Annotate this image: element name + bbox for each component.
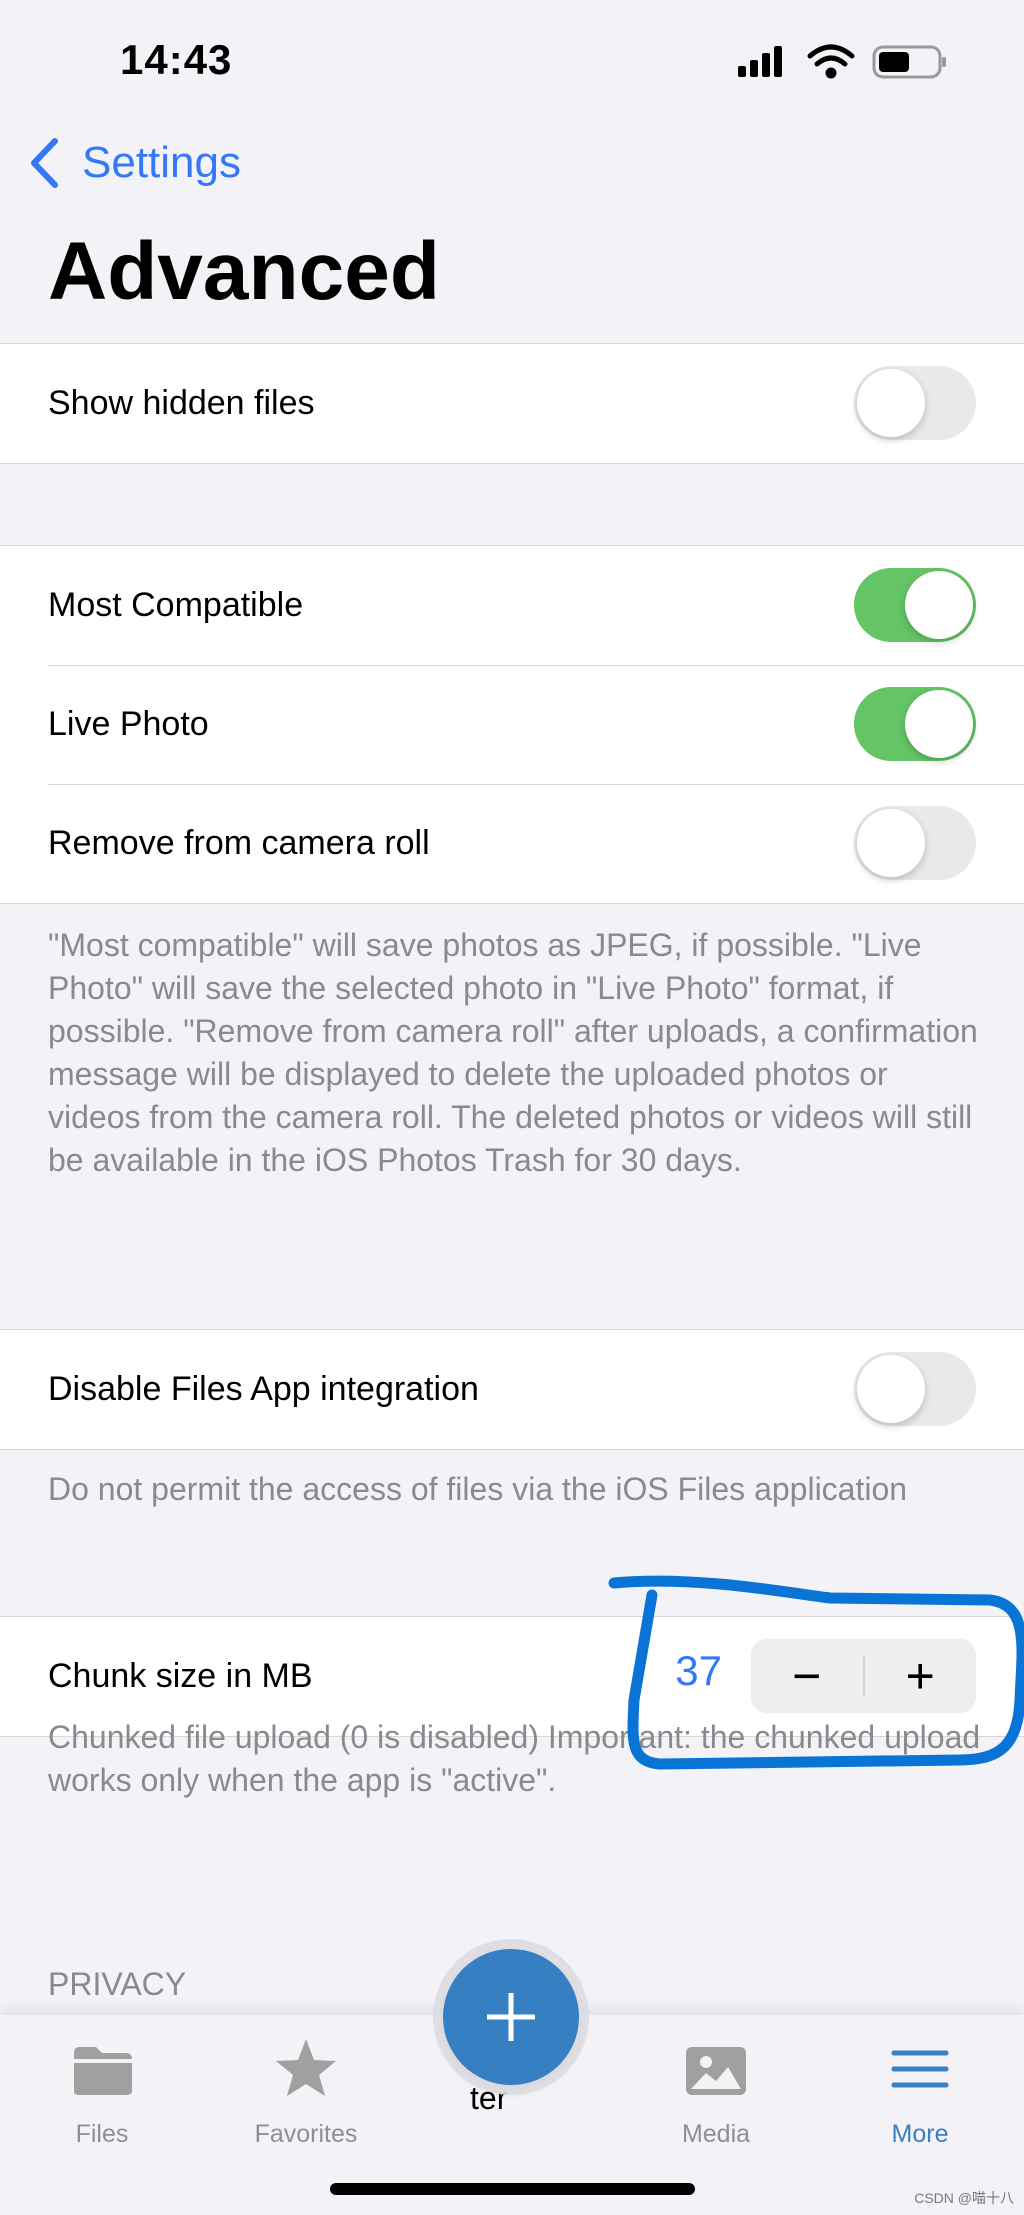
tab-media[interactable]: Media [636,2045,796,2149]
menu-icon [891,2050,949,2088]
tab-favorites[interactable]: Favorites [226,2037,386,2149]
add-button[interactable] [443,1949,579,2085]
watermark: CSDN @喵十八 [914,2190,1014,2206]
photo-icon [686,2047,746,2095]
folder-icon [74,2047,132,2095]
center-tab-label: ter [470,2080,508,2116]
plus-icon [487,1993,535,2041]
annotation-circle [608,1575,1024,1770]
tab-files[interactable]: Files [22,2045,182,2149]
tab-more[interactable]: More [840,2045,1000,2149]
home-indicator [330,2183,695,2195]
privacy-header: PRIVACY [48,1966,187,2002]
star-icon [276,2039,336,2096]
